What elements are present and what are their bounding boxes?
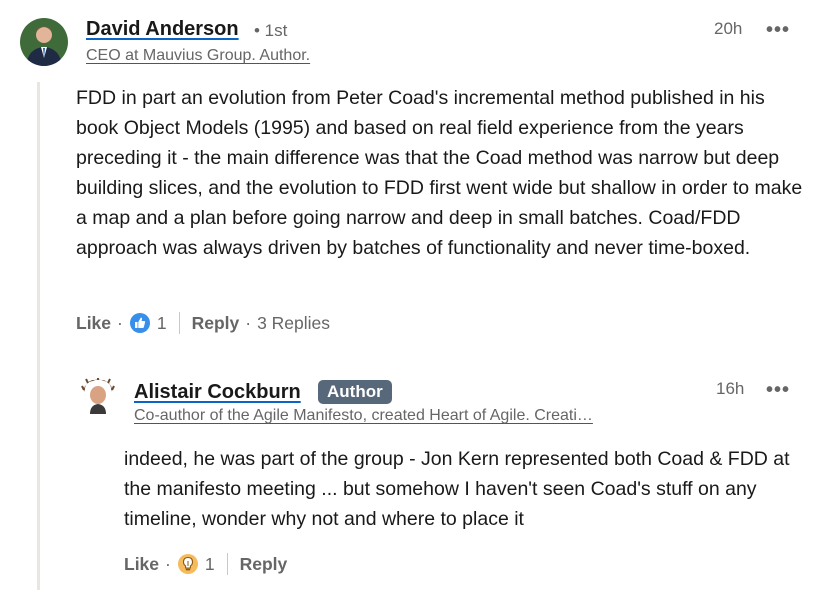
comment-actions: Like · 1 Reply · 3 Replies bbox=[76, 311, 330, 335]
reply-reply-button[interactable]: Reply bbox=[240, 554, 288, 575]
reply-timestamp: 16h bbox=[716, 379, 745, 398]
author-name[interactable]: David Anderson bbox=[86, 18, 239, 41]
separator-dot: · bbox=[165, 553, 171, 574]
connection-degree: • 1st bbox=[254, 21, 288, 40]
comment-timestamp: 20h bbox=[714, 19, 743, 38]
reply-like-button[interactable]: Like bbox=[124, 554, 159, 575]
thumbs-up-icon[interactable] bbox=[129, 312, 151, 334]
replies-count-link[interactable]: 3 Replies bbox=[257, 313, 330, 334]
comment-text: FDD in part an evolution from Peter Coad… bbox=[76, 87, 803, 259]
author-badge: Author bbox=[318, 380, 392, 404]
reaction-count[interactable]: 1 bbox=[157, 313, 167, 334]
thread-line bbox=[37, 82, 40, 590]
lightbulb-icon[interactable] bbox=[177, 553, 199, 575]
action-divider bbox=[226, 553, 228, 575]
more-options-icon[interactable]: ••• bbox=[766, 20, 790, 40]
like-button[interactable]: Like bbox=[76, 313, 111, 334]
reply-author-headline[interactable]: Co-author of the Agile Manifesto, create… bbox=[134, 407, 593, 425]
separator-dot: · bbox=[117, 312, 123, 333]
avatar-david-anderson[interactable] bbox=[20, 18, 68, 66]
reply-author-name[interactable]: Alistair Cockburn bbox=[134, 381, 301, 404]
reply-text: indeed, he was part of the group - Jon K… bbox=[124, 448, 790, 530]
avatar-photo bbox=[20, 18, 68, 66]
action-divider bbox=[178, 312, 180, 334]
avatar-photo bbox=[80, 378, 116, 414]
reply-actions: Like · 1 Reply bbox=[124, 552, 287, 576]
reply-more-options-icon[interactable]: ••• bbox=[766, 380, 790, 400]
separator-dot: · bbox=[245, 312, 252, 333]
reaction-count[interactable]: 1 bbox=[205, 554, 215, 575]
author-headline[interactable]: CEO at Mauvius Group. Author. bbox=[86, 47, 310, 65]
avatar-alistair-cockburn[interactable] bbox=[80, 378, 116, 414]
reply-button[interactable]: Reply bbox=[192, 313, 240, 334]
